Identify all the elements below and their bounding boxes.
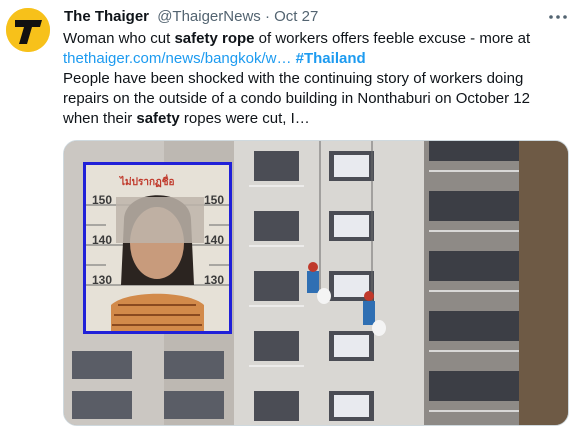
tweet-text-line-5: when their safety ropes were cut, I… xyxy=(63,109,573,129)
hashtag-link[interactable]: #Thailand xyxy=(296,50,366,67)
text-segment: of workers offers feeble excuse - more a… xyxy=(254,30,531,47)
highlighted-term: safety rope xyxy=(174,30,255,47)
height-label: 140 xyxy=(204,233,225,247)
mugshot-inset: ไม่ปรากฏชื่อ 150 150 140 140 130 130 xyxy=(83,162,232,334)
tweet-text-line-2: thethaiger.com/news/bangkok/w… #Thailand xyxy=(63,49,573,69)
text-segment: Woman who cut xyxy=(63,30,175,47)
article-link[interactable]: thethaiger.com/news/bangkok/w… xyxy=(63,50,291,67)
more-horizontal-icon xyxy=(549,15,567,19)
tweet[interactable]: The Thaiger @ThaigerNews · Oct 27 Woman … xyxy=(0,0,579,434)
text-segment: ropes were cut, I… xyxy=(179,110,310,127)
tweet-text-line-3: People have been shocked with the contin… xyxy=(63,70,524,87)
more-options-button[interactable] xyxy=(547,6,569,28)
display-name[interactable]: The Thaiger xyxy=(64,8,149,25)
avatar[interactable] xyxy=(6,8,50,52)
tweet-header: The Thaiger @ThaigerNews · Oct 27 xyxy=(64,7,318,27)
mugshot-header: ไม่ปรากฏชื่อ xyxy=(120,177,175,188)
height-label: 130 xyxy=(204,273,225,287)
text-segment: when their xyxy=(63,110,137,127)
height-label: 130 xyxy=(92,273,113,287)
thaiger-logo-icon xyxy=(6,8,50,52)
height-label: 150 xyxy=(204,193,225,207)
height-label: 150 xyxy=(92,193,113,207)
tweet-text-line-4: repairs on the outside of a condo buildi… xyxy=(63,90,530,107)
separator-dot: · xyxy=(264,8,270,25)
tweet-date[interactable]: Oct 27 xyxy=(274,8,318,25)
height-label: 140 xyxy=(92,233,113,247)
tweet-text: Woman who cut safety rope of workers off… xyxy=(63,29,573,129)
tweet-text-line-1: Woman who cut safety rope of workers off… xyxy=(63,29,573,49)
user-handle[interactable]: @ThaigerNews xyxy=(157,8,261,25)
highlighted-term: safety xyxy=(136,110,180,127)
